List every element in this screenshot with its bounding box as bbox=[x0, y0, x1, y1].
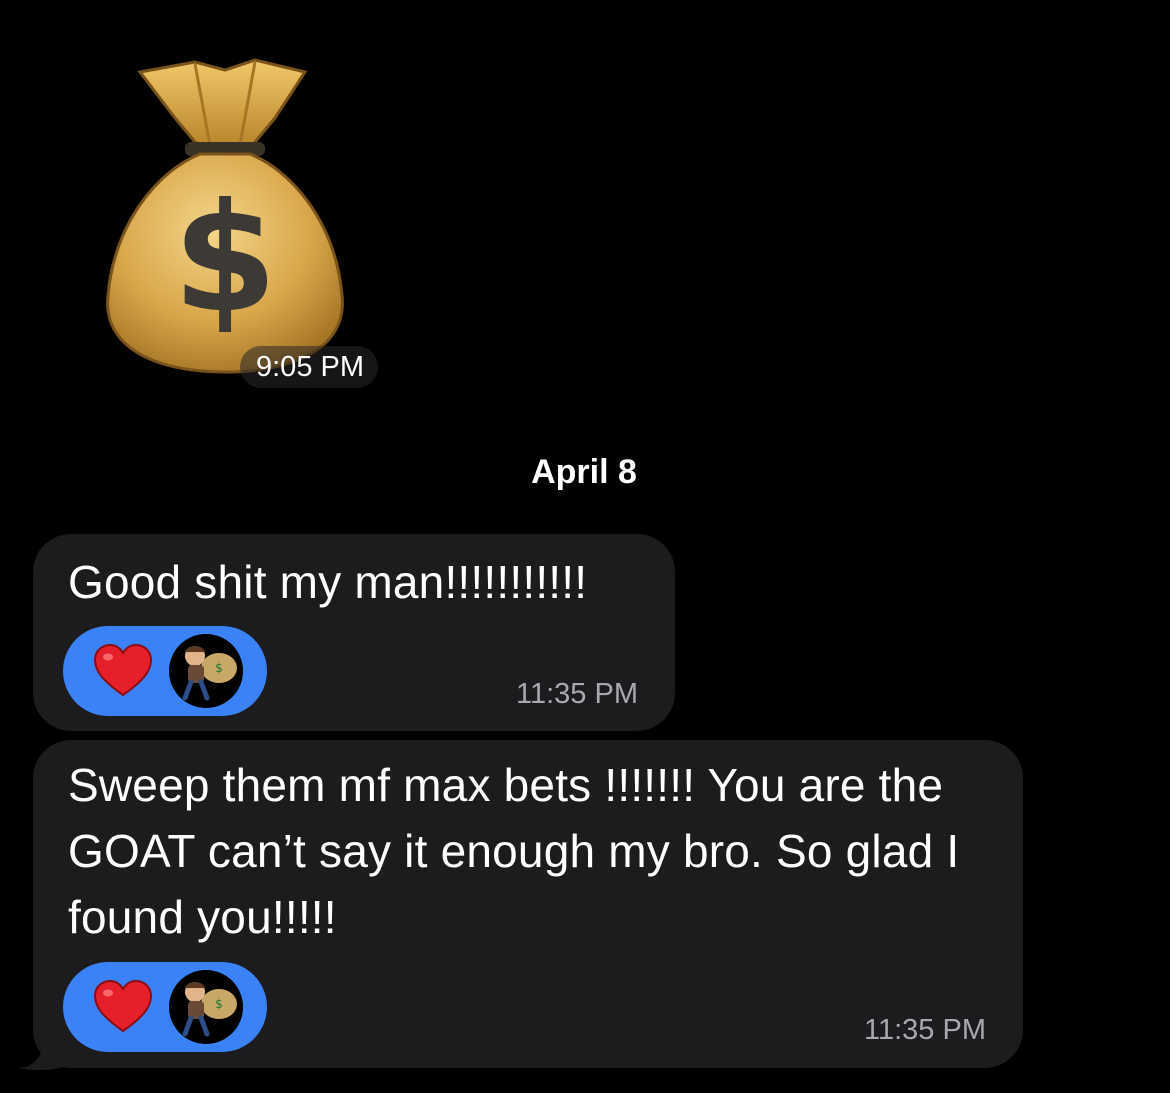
svg-text:$: $ bbox=[215, 661, 223, 675]
message-timestamp: 11:35 PM bbox=[864, 1014, 986, 1046]
reaction-pill[interactable]: $ bbox=[63, 962, 267, 1052]
date-separator-label: April 8 bbox=[531, 453, 637, 491]
bubble-tail bbox=[18, 1042, 66, 1071]
emoji-message[interactable]: $ bbox=[100, 50, 350, 380]
message-bubble[interactable]: Sweep them mf max bets !!!!!!! You are t… bbox=[33, 740, 1023, 1068]
avatar: $ bbox=[169, 634, 243, 708]
heart-icon bbox=[93, 979, 153, 1033]
emoji-timestamp: 9:05 PM bbox=[240, 346, 378, 388]
avatar: $ bbox=[169, 970, 243, 1044]
message-timestamp: 11:35 PM bbox=[516, 678, 638, 710]
svg-text:$: $ bbox=[173, 172, 277, 346]
money-bag-icon: $ bbox=[106, 58, 344, 374]
heart-icon bbox=[93, 643, 153, 697]
svg-text:$: $ bbox=[215, 997, 223, 1011]
date-separator: April 8 bbox=[0, 452, 1170, 492]
message-text: Sweep them mf max bets !!!!!!! You are t… bbox=[68, 759, 960, 943]
message-bubble[interactable]: Good shit my man!!!!!!!!!!! $ 11:35 PM bbox=[33, 534, 675, 731]
avatar-image: $ bbox=[169, 970, 243, 1044]
message-text: Good shit my man!!!!!!!!!!! bbox=[68, 556, 588, 608]
avatar-image: $ bbox=[169, 634, 243, 708]
reaction-pill[interactable]: $ bbox=[63, 626, 267, 716]
